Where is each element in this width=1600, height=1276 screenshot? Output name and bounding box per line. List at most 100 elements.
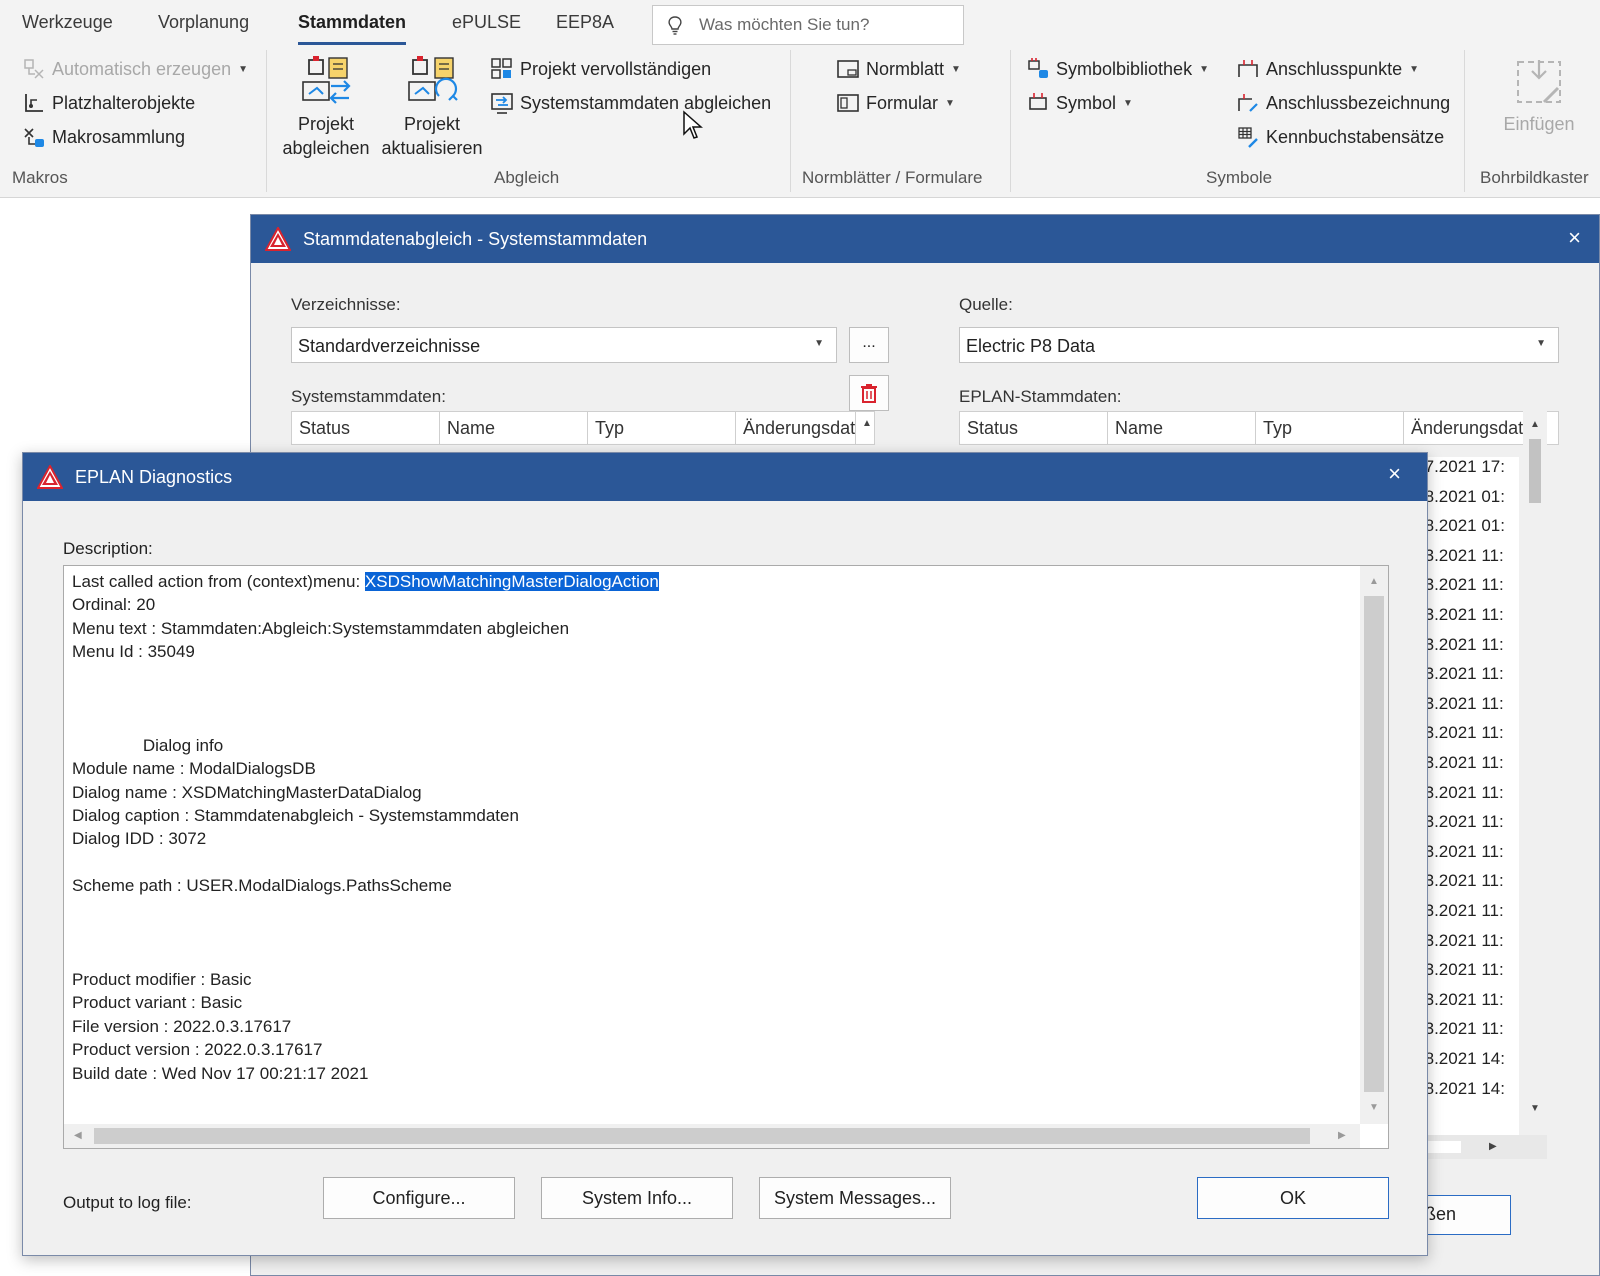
kennbuchstabensaetze-button[interactable]: Kennbuchstabensätze [1236,125,1444,149]
quelle-value: Electric P8 Data [966,336,1096,356]
system-messages-button[interactable]: System Messages... [759,1177,951,1219]
description-text: Last called action from (context)menu: X… [72,570,659,1085]
system-grid-header: Status Name Typ Änderungsdat ▲ [291,411,875,445]
scrollbar-thumb[interactable] [1529,439,1541,503]
scroll-down-icon[interactable]: ▼ [1369,1102,1379,1113]
diagnostics-dialog: EPLAN Diagnostics × Description: Last ca… [22,452,1428,1256]
tab-epulse[interactable]: ePULSE [452,12,521,33]
column-name[interactable]: Name [440,412,588,444]
platzhalterobjekte-label: Platzhalterobjekte [52,92,196,113]
configure-button[interactable]: Configure... [323,1177,515,1219]
master-dialog-titlebar: Stammdatenabgleich - Systemstammdaten × [251,215,1599,263]
verzeichnisse-value: Standardverzeichnisse [298,336,481,356]
description-textarea[interactable]: Last called action from (context)menu: X… [63,565,1389,1149]
scroll-down-icon[interactable]: ▼ [1530,1103,1540,1114]
scroll-up-icon[interactable]: ▲ [1369,576,1379,587]
makrosammlung-button[interactable]: Makrosammlung [22,125,185,149]
projekt-aktualisieren-button[interactable]: Projekt aktualisieren [380,56,484,160]
auto-generate-icon [24,59,44,79]
column-typ[interactable]: Typ [1256,412,1404,444]
projekt-vervollstaendigen-button[interactable]: Projekt vervollständigen [490,57,711,81]
tell-me-input[interactable] [699,12,954,38]
scrollbar-thumb[interactable] [94,1128,1310,1144]
lightbulb-icon [668,16,682,35]
formular-button[interactable]: Formular ▼ [836,91,955,115]
verzeichnisse-select[interactable]: Standardverzeichnisse ▼ [291,327,837,363]
systemstammdaten-abgleichen-button[interactable]: Systemstammdaten abgleichen [490,91,771,115]
platzhalterobjekte-button[interactable]: Platzhalterobjekte [22,91,195,115]
anschlussbezeichnung-button[interactable]: Anschlussbezeichnung [1236,91,1450,115]
tab-vorplanung[interactable]: Vorplanung [158,12,249,33]
eplan-grid-scrollbar[interactable]: ▲ ▼ [1523,411,1547,1135]
connection-points-icon [1238,60,1258,77]
group-label-abgleich: Abgleich [494,168,560,187]
column-typ[interactable]: Typ [588,412,736,444]
diagnostics-titlebar: EPLAN Diagnostics × [23,453,1427,501]
mouse-cursor-icon [683,110,703,139]
eplan-logo-icon [265,227,291,251]
scrollbar-thumb[interactable] [1364,596,1384,1092]
ok-button[interactable]: OK [1197,1177,1389,1219]
form-icon [837,94,859,112]
anschlusspunkte-button[interactable]: Anschlusspunkte ▼ [1236,57,1419,81]
formular-label: Formular [866,92,939,113]
group-label-normblaetter: Normblätter / Formulare [802,168,983,187]
column-aenderungsdatum[interactable]: Änderungsdat [1404,412,1536,444]
delete-button[interactable] [849,375,889,411]
project-update-icon [408,56,458,101]
ribbon: Werkzeuge Vorplanung Stammdaten ePULSE E… [0,0,1600,198]
scroll-up-icon[interactable]: ▲ [862,418,872,429]
chevron-down-icon: ▼ [1536,338,1546,349]
verzeichnisse-label: Verzeichnisse: [291,295,401,314]
scroll-left-icon[interactable]: ◀ [74,1130,82,1141]
column-status[interactable]: Status [960,412,1108,444]
tab-werkzeuge[interactable]: Werkzeuge [22,12,113,33]
eplan-stammdaten-label: EPLAN-Stammdaten: [959,387,1122,406]
close-icon[interactable]: × [1568,225,1581,251]
projekt-vervollstaendigen-label: Projekt vervollständigen [520,58,712,79]
description-body: Ordinal: 20 Menu text : Stammdaten:Abgle… [72,595,570,1083]
group-separator [1464,50,1465,192]
group-separator [1010,50,1011,192]
symbol-library-icon [1028,58,1048,78]
scroll-up-icon[interactable]: ▲ [1530,419,1540,430]
eplan-logo-icon [37,465,63,489]
scroll-right-icon[interactable]: ▶ [1338,1130,1346,1141]
close-icon[interactable]: × [1388,461,1401,487]
browse-button[interactable]: ... [849,327,889,363]
column-status[interactable]: Status [292,412,440,444]
master-dialog-title: Stammdatenabgleich - Systemstammdaten [303,229,648,249]
macro-collection-icon [24,128,44,147]
projekt-aktualisieren-line2: aktualisieren [381,138,483,158]
description-hscrollbar[interactable]: ◀ ▶ [64,1124,1360,1148]
automatisch-erzeugen-button[interactable]: Automatisch erzeugen ▼ [22,57,248,81]
selected-action-text: XSDShowMatchingMasterDialogAction [364,572,659,591]
tab-eep8a[interactable]: EEP8A [556,12,614,33]
anschlusspunkte-label: Anschlusspunkte [1266,58,1403,79]
group-separator [790,50,791,192]
automatisch-erzeugen-label: Automatisch erzeugen [52,58,232,79]
norm-sheet-icon [837,60,859,78]
quelle-select[interactable]: Electric P8 Data ▼ [959,327,1559,363]
scroll-right-icon[interactable]: ▶ [1489,1141,1497,1152]
einfuegen-label: Einfügen [1503,114,1575,134]
dropdown-arrow-icon: ▼ [1409,63,1419,75]
einfuegen-button[interactable]: Einfügen [1494,56,1584,136]
system-info-button[interactable]: System Info... [541,1177,733,1219]
log-file-label: Output to log file: [63,1193,192,1212]
column-aenderungsdatum[interactable]: Änderungsdat [736,412,856,444]
normblatt-button[interactable]: Normblatt ▼ [836,57,961,81]
symbolbibliothek-button[interactable]: Symbolbibliothek ▼ [1026,57,1209,81]
symbol-label: Symbol [1056,92,1117,113]
first-line-prefix: Last called action from (context)menu: [72,572,365,591]
connection-designation-icon [1238,94,1258,112]
symbol-button[interactable]: Symbol ▼ [1026,91,1133,115]
projekt-abgleichen-button[interactable]: Projekt abgleichen [278,56,374,160]
tell-me-search[interactable] [652,5,964,45]
projekt-abgleichen-line1: Projekt [297,114,355,134]
column-name[interactable]: Name [1108,412,1256,444]
group-label-bohrbild: Bohrbildkaster [1480,168,1589,187]
project-sync-icon [302,56,351,104]
description-vscrollbar[interactable]: ▲ ▼ [1360,566,1388,1124]
tab-stammdaten[interactable]: Stammdaten [298,12,407,45]
